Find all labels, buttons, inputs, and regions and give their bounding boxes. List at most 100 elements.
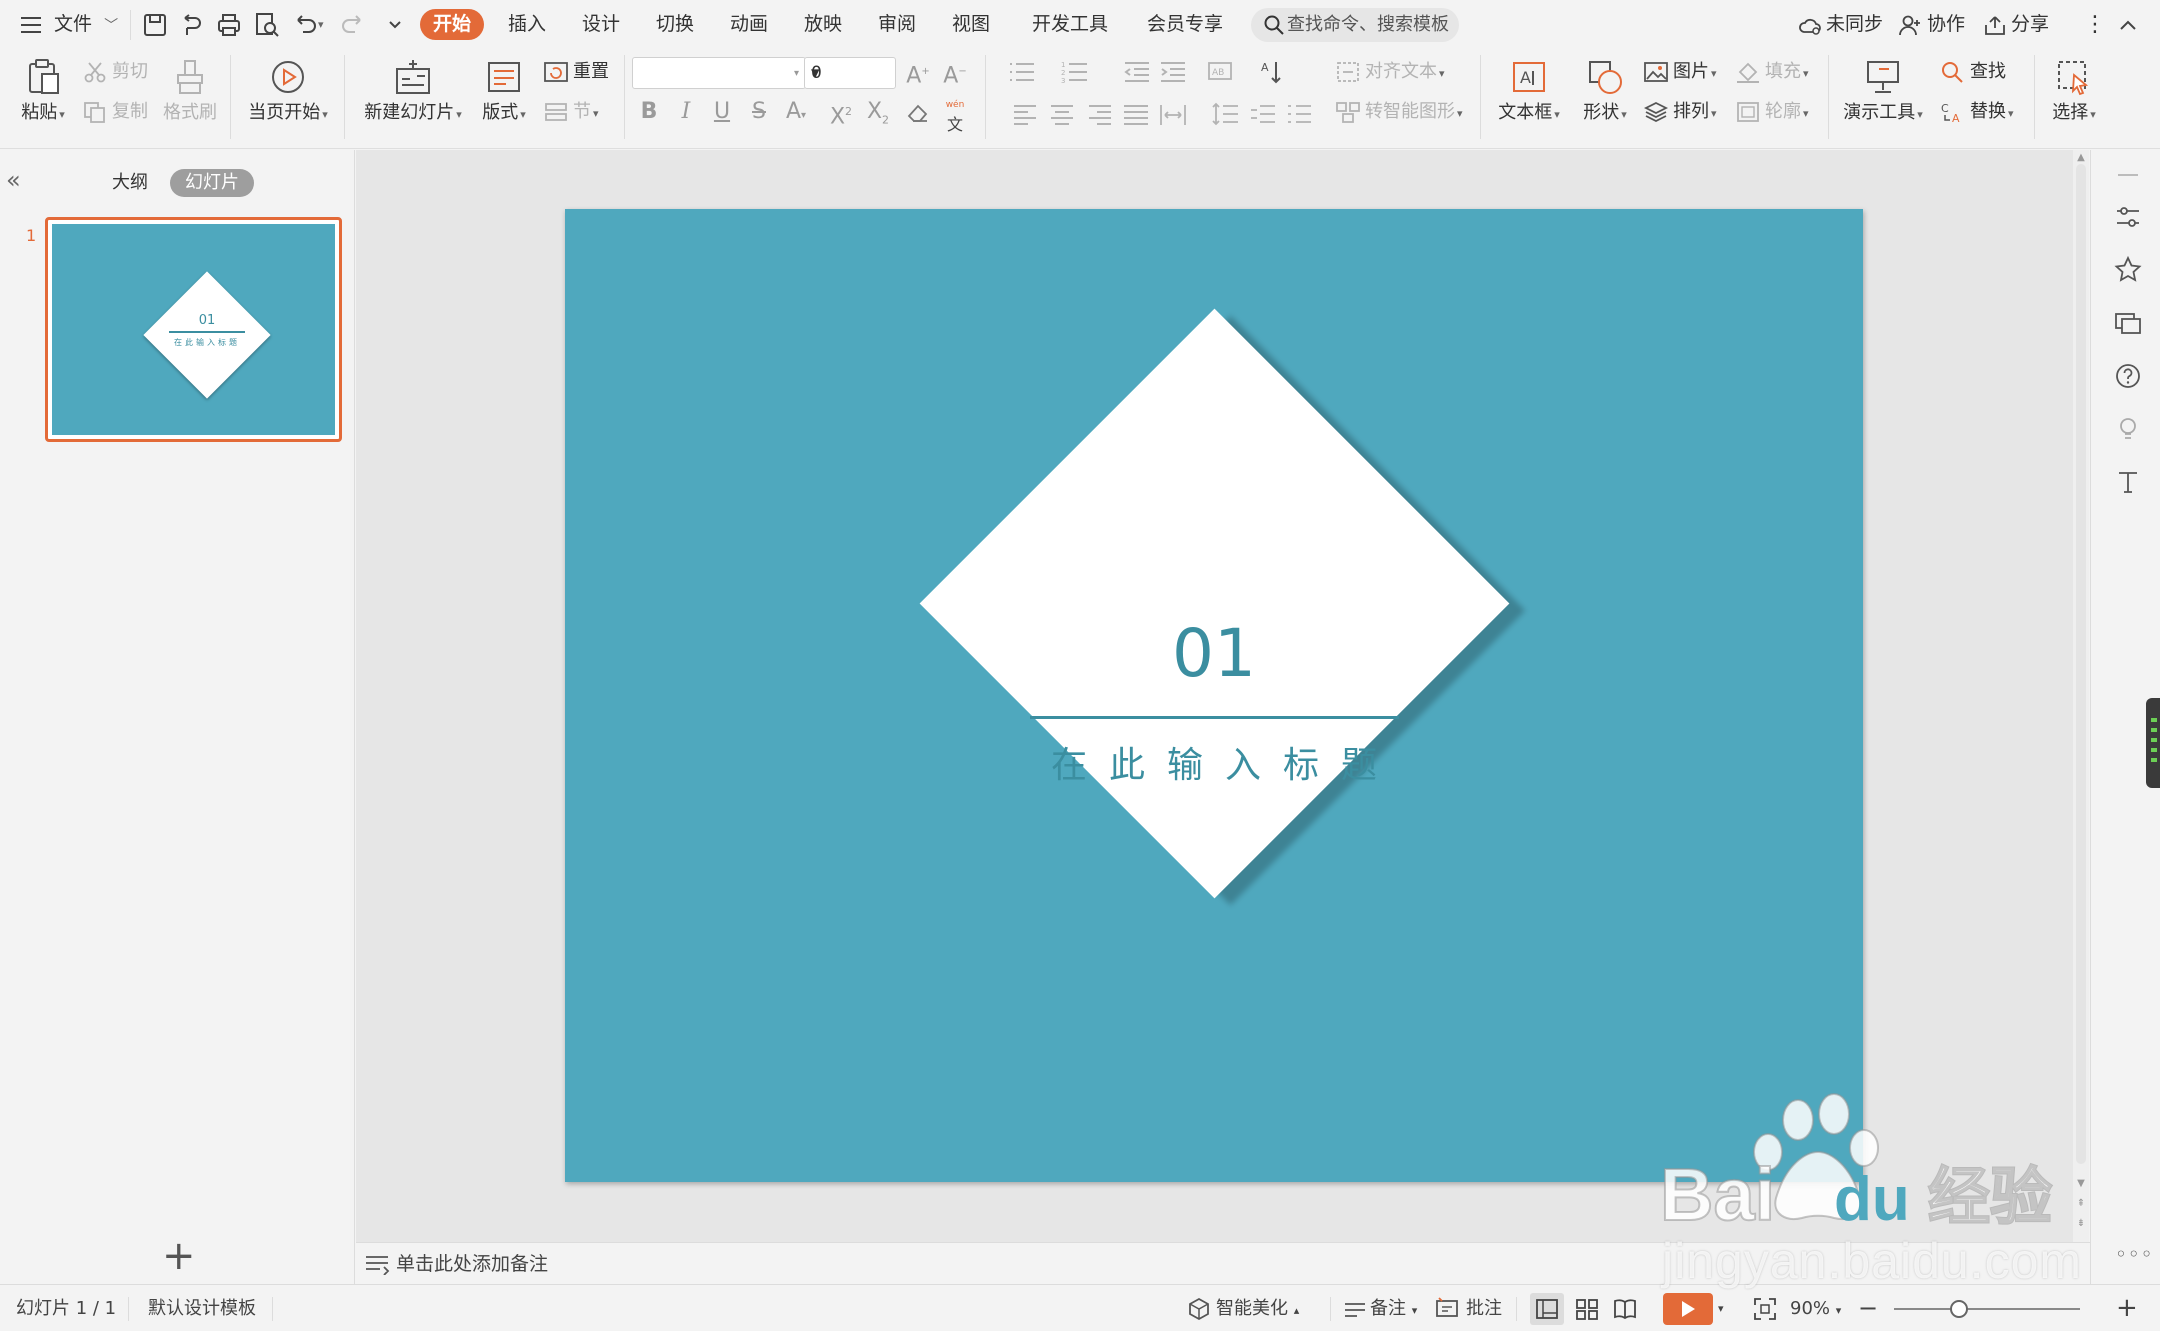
vertical-scrollbar[interactable]: ▲ ▼ ⇞ ⇟ bbox=[2073, 150, 2089, 1242]
scrollbar-thumb[interactable] bbox=[2076, 164, 2086, 1164]
collapse-ribbon-icon[interactable] bbox=[2116, 0, 2140, 49]
zoom-slider-handle[interactable] bbox=[1950, 1300, 1969, 1318]
increase-indent-icon[interactable] bbox=[1158, 59, 1188, 85]
redo-icon[interactable] bbox=[338, 10, 368, 40]
phonetic-guide-icon[interactable]: wén 文 bbox=[940, 97, 970, 134]
smartart-button[interactable]: 转智能图形 bbox=[1335, 97, 1475, 127]
zoom-select[interactable]: 90% ▾ bbox=[1790, 1285, 1841, 1331]
subscript-icon[interactable]: X2 bbox=[863, 97, 893, 127]
line-spacing-icon[interactable] bbox=[1211, 101, 1241, 127]
paragraph-spacing-icon[interactable] bbox=[1248, 101, 1278, 127]
new-slide-button[interactable]: 新建幻灯片 bbox=[358, 57, 468, 127]
slide-sorter-icon[interactable] bbox=[1574, 1296, 1600, 1322]
section-button[interactable]: 节 bbox=[543, 97, 615, 127]
tab-outline[interactable]: 大纲 bbox=[112, 170, 148, 196]
undo-dropdown-icon[interactable]: ▾ bbox=[318, 10, 332, 40]
underline-icon[interactable]: U bbox=[707, 97, 737, 127]
share-file-icon[interactable] bbox=[178, 10, 208, 40]
superscript-icon[interactable]: X2 bbox=[826, 97, 856, 129]
tab-slides[interactable]: 幻灯片 bbox=[170, 169, 254, 197]
smart-beautify-button[interactable]: 智能美化 ▴ bbox=[1216, 1285, 1299, 1331]
add-slide-button[interactable]: + bbox=[162, 1236, 196, 1276]
file-menu[interactable]: 文件 ﹀ bbox=[20, 0, 118, 49]
paste-button[interactable]: 粘贴 bbox=[18, 57, 68, 127]
slide[interactable]: 01 在此输入标题 bbox=[565, 209, 1863, 1182]
cut-button[interactable]: 剪切 bbox=[82, 57, 154, 87]
fit-window-icon[interactable] bbox=[1752, 1296, 1778, 1322]
undo-icon[interactable] bbox=[290, 10, 320, 40]
collapse-panel-icon[interactable]: « bbox=[6, 168, 30, 192]
collab-button[interactable]: 协作 bbox=[1899, 0, 1969, 49]
presenter-tools-button[interactable]: 演示工具 bbox=[1838, 57, 1928, 127]
side-widget-badge[interactable] bbox=[2146, 698, 2160, 788]
section-number[interactable]: 01 bbox=[1014, 618, 1414, 690]
decrease-indent-icon[interactable] bbox=[1122, 59, 1152, 85]
bold-icon[interactable]: B bbox=[634, 97, 664, 127]
layout-button[interactable]: 版式 bbox=[478, 57, 530, 127]
print-icon[interactable] bbox=[214, 10, 244, 40]
slide-thumbnail[interactable]: 01 在此输入标题 bbox=[45, 217, 342, 442]
template-name[interactable]: 默认设计模板 bbox=[148, 1285, 256, 1331]
comments-button[interactable]: 批注 bbox=[1466, 1285, 1502, 1331]
justify-icon[interactable] bbox=[1121, 101, 1151, 127]
tab-slideshow[interactable]: 放映 bbox=[799, 0, 847, 49]
scroll-up-icon[interactable]: ▲ bbox=[2073, 152, 2089, 163]
from-current-button[interactable]: 当页开始 bbox=[244, 57, 332, 127]
play-options-icon[interactable]: ▾ bbox=[1718, 1285, 1724, 1331]
distribute-icon[interactable] bbox=[1158, 101, 1188, 127]
align-center-icon[interactable] bbox=[1047, 101, 1077, 127]
tab-home[interactable]: 开始 bbox=[420, 9, 484, 40]
eraser-icon[interactable] bbox=[903, 97, 933, 127]
copy-button[interactable]: 复制 bbox=[82, 97, 154, 127]
more-icon[interactable]: ◦◦◦ bbox=[2115, 1242, 2153, 1266]
title-divider-line[interactable] bbox=[1030, 716, 1399, 719]
tab-transitions[interactable]: 切换 bbox=[651, 0, 699, 49]
lightbulb-icon[interactable] bbox=[2113, 414, 2143, 444]
increase-font-icon[interactable]: A+ bbox=[903, 57, 933, 88]
align-left-icon[interactable] bbox=[1011, 101, 1041, 127]
tab-developer[interactable]: 开发工具 bbox=[1028, 0, 1112, 49]
find-button[interactable]: 查找 bbox=[1940, 57, 2012, 87]
format-painter-button[interactable]: 格式刷 bbox=[160, 57, 220, 125]
columns-icon[interactable] bbox=[1284, 101, 1314, 127]
font-family-select[interactable]: ▾ bbox=[632, 57, 806, 89]
sort-icon[interactable]: A bbox=[1260, 59, 1290, 85]
play-slideshow-button[interactable] bbox=[1663, 1293, 1713, 1325]
zoom-in-icon[interactable]: + bbox=[2116, 1285, 2138, 1331]
notes-toggle-button[interactable]: 备注 ▾ bbox=[1370, 1285, 1417, 1331]
transition-pane-icon[interactable] bbox=[2113, 308, 2143, 338]
animation-pane-icon[interactable] bbox=[2113, 255, 2143, 285]
normal-view-button[interactable] bbox=[1530, 1293, 1564, 1325]
print-preview-icon[interactable] bbox=[252, 10, 282, 40]
reset-button[interactable]: 重置 bbox=[543, 57, 615, 87]
align-right-icon[interactable] bbox=[1084, 101, 1114, 127]
text-direction-icon[interactable]: AB bbox=[1207, 59, 1237, 85]
tab-view[interactable]: 视图 bbox=[947, 0, 995, 49]
arrange-button[interactable]: 排列 bbox=[1643, 97, 1727, 127]
font-size-select[interactable]: 0 ▾ bbox=[804, 57, 896, 89]
outline-button[interactable]: 轮廓 bbox=[1735, 97, 1819, 127]
reading-view-icon[interactable] bbox=[1612, 1296, 1638, 1322]
properties-icon[interactable] bbox=[2113, 202, 2143, 232]
textbox-button[interactable]: A 文本框 bbox=[1493, 57, 1565, 127]
strikethrough-icon[interactable]: S bbox=[744, 97, 774, 127]
zoom-slider[interactable] bbox=[1894, 1308, 2080, 1310]
tab-member[interactable]: 会员专享 bbox=[1143, 0, 1227, 49]
search-box[interactable]: 查找命令、搜索模板 bbox=[1251, 8, 1459, 42]
tab-insert[interactable]: 插入 bbox=[503, 0, 551, 49]
shape-button[interactable]: 形状 bbox=[1575, 57, 1635, 127]
select-button[interactable]: 选择 bbox=[2046, 57, 2102, 127]
more-options-icon[interactable]: ⋮ bbox=[2084, 0, 2106, 49]
replace-button[interactable]: CA 替换 bbox=[1940, 97, 2024, 127]
decrease-font-icon[interactable]: A− bbox=[940, 57, 970, 88]
sync-status[interactable]: 未同步 bbox=[1798, 0, 1884, 49]
help-icon[interactable] bbox=[2113, 361, 2143, 391]
fill-button[interactable]: 填充 bbox=[1735, 57, 1819, 87]
share-button[interactable]: 分享 bbox=[1983, 0, 2053, 49]
title-diamond-shape[interactable] bbox=[919, 308, 1510, 899]
numbered-list-icon[interactable]: 123 bbox=[1060, 59, 1090, 85]
zoom-out-icon[interactable]: − bbox=[1858, 1285, 1878, 1331]
picture-button[interactable]: 图片 bbox=[1643, 57, 1727, 87]
tab-animations[interactable]: 动画 bbox=[725, 0, 773, 49]
tab-review[interactable]: 审阅 bbox=[873, 0, 921, 49]
